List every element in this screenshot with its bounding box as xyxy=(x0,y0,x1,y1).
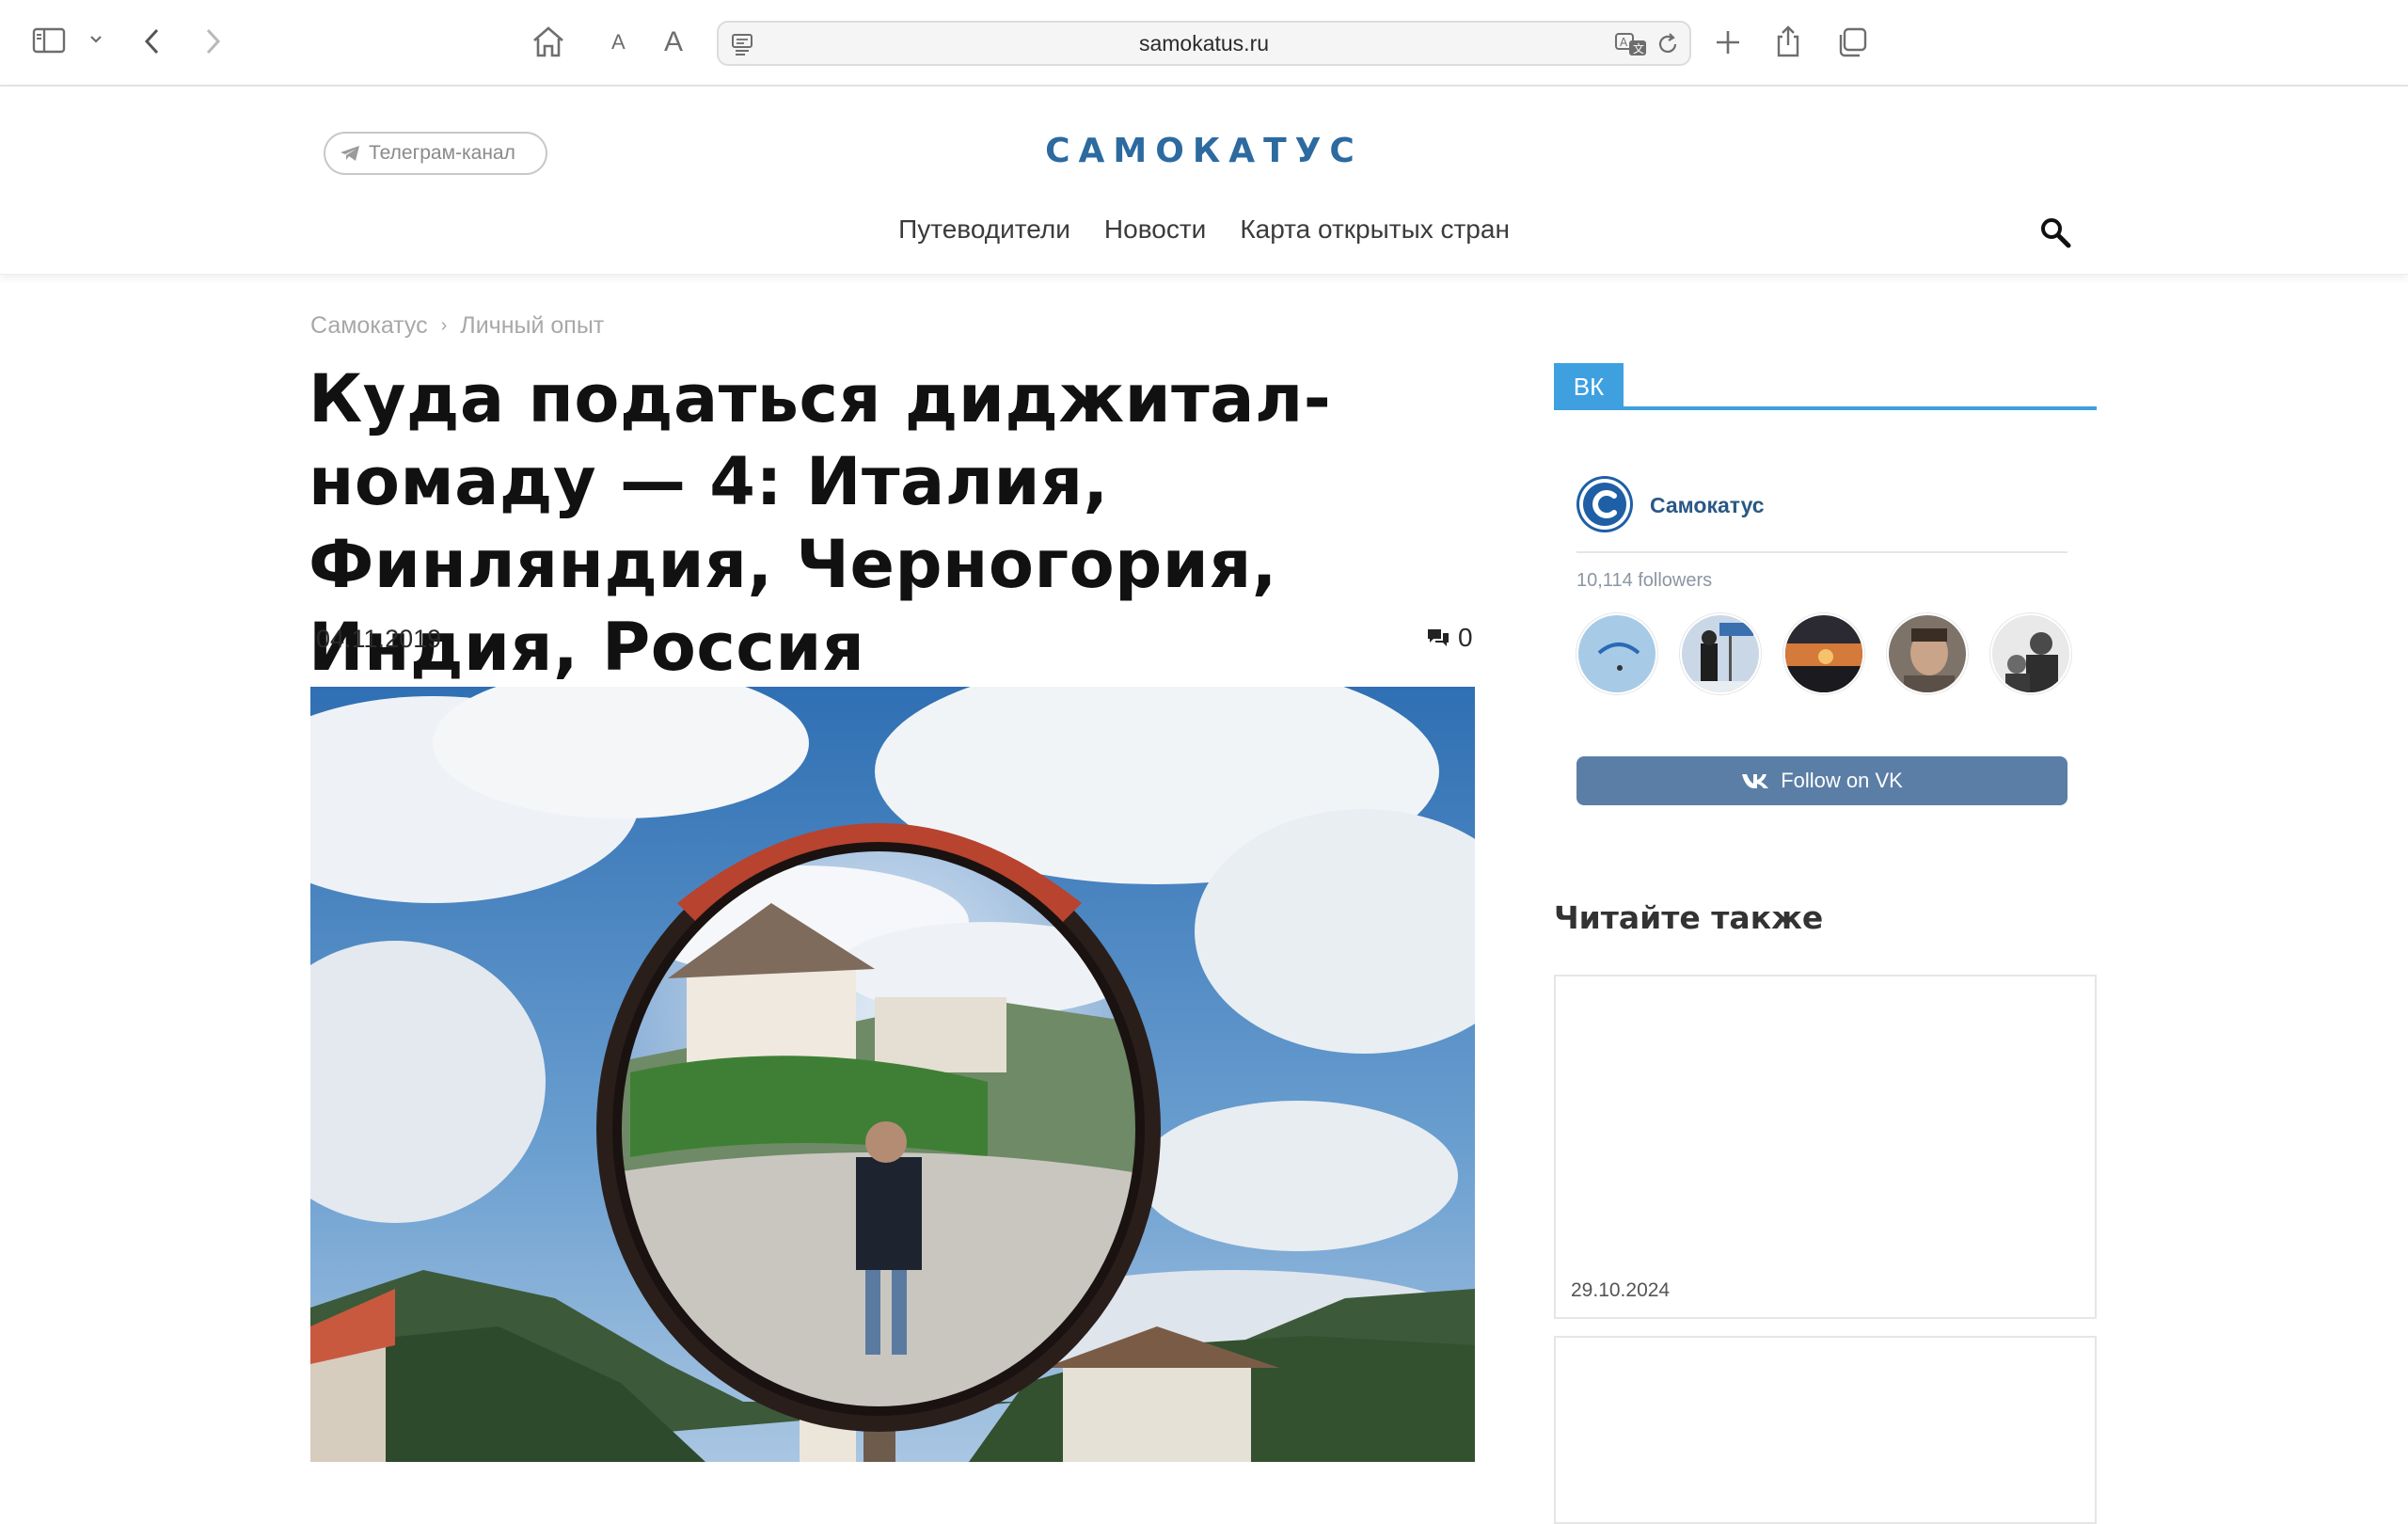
breadcrumb-home[interactable]: Самокатус xyxy=(310,312,428,340)
vk-divider xyxy=(1576,551,2067,553)
search-icon[interactable] xyxy=(2039,216,2071,253)
avatar[interactable] xyxy=(1680,613,1761,694)
avatar[interactable] xyxy=(1783,613,1864,694)
vk-followers-count: 10,114 followers xyxy=(1576,570,1713,591)
increase-font-button[interactable]: A xyxy=(664,26,683,58)
back-icon[interactable] xyxy=(141,26,164,56)
article-title: Куда податься диджитал-номаду — 4: Итали… xyxy=(309,360,1332,686)
home-icon[interactable] xyxy=(531,24,566,58)
avatar[interactable] xyxy=(1887,613,1968,694)
site-header: Телеграм-канал САМОКАТУС Путеводители Но… xyxy=(0,87,2408,275)
vk-group-name[interactable]: Самокатус xyxy=(1650,493,1765,518)
vk-icon xyxy=(1742,774,1769,788)
comments-count: 0 xyxy=(1458,623,1473,652)
share-icon[interactable] xyxy=(1774,24,1802,58)
card-date: 29.10.2024 xyxy=(1571,1279,1671,1301)
url-text: samokatus.ru xyxy=(1138,30,1270,56)
svg-text:文: 文 xyxy=(1633,41,1644,56)
article-hero-image xyxy=(310,687,1475,1462)
reload-icon[interactable] xyxy=(1656,32,1680,56)
breadcrumb-separator: › xyxy=(440,315,448,336)
avatar[interactable] xyxy=(1990,613,2071,694)
related-article-card[interactable] xyxy=(1554,1336,2097,1524)
browser-toolbar: A A samokatus.ru A文 xyxy=(0,0,2408,87)
tabs-overview-icon[interactable] xyxy=(1836,26,1868,58)
vk-group-avatar[interactable] xyxy=(1576,476,1633,532)
translate-icon[interactable]: A文 xyxy=(1614,31,1648,57)
chevron-down-icon[interactable] xyxy=(88,34,103,45)
svg-text:A: A xyxy=(1620,36,1628,49)
forward-icon[interactable] xyxy=(201,26,224,56)
nav-item-open-countries-map[interactable]: Карта открытых стран xyxy=(1240,214,1510,245)
decrease-font-button[interactable]: A xyxy=(611,30,626,55)
follow-on-vk-label: Follow on VK xyxy=(1781,769,1903,792)
related-article-card[interactable]: 29.10.2024 xyxy=(1554,975,2097,1319)
article-date: 04.11.2019 xyxy=(316,625,442,653)
address-bar[interactable]: samokatus.ru A文 xyxy=(717,21,1691,66)
breadcrumb: Самокатус › Личный опыт xyxy=(310,312,604,340)
comments-icon xyxy=(1428,629,1449,646)
new-tab-icon[interactable] xyxy=(1714,28,1742,56)
vk-tab-underline xyxy=(1554,406,2097,410)
sidebar-toggle-icon[interactable] xyxy=(32,26,66,55)
breadcrumb-category[interactable]: Личный опыт xyxy=(460,312,604,340)
tab-vk[interactable]: ВК xyxy=(1554,363,1624,410)
avatar[interactable] xyxy=(1576,613,1657,694)
follow-on-vk-button[interactable]: Follow on VK xyxy=(1576,756,2067,805)
site-logo[interactable]: САМОКАТУС xyxy=(0,132,2408,170)
nav-item-guides[interactable]: Путеводители xyxy=(898,214,1070,245)
comments-link[interactable]: 0 xyxy=(1426,623,1473,653)
nav-item-news[interactable]: Новости xyxy=(1104,214,1206,245)
read-also-title: Читайте также xyxy=(1554,899,1824,936)
vk-follower-avatars xyxy=(1576,613,2071,694)
